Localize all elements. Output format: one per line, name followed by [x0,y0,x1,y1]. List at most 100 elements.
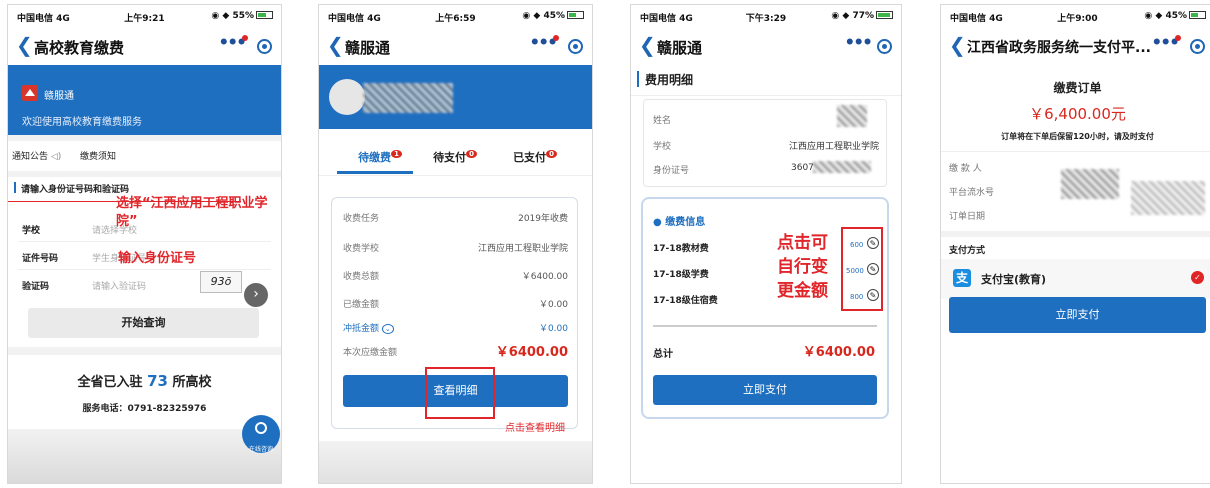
status-bar: 中国电信 4G 上午9:00 ◉ ◆ 45% [941,5,1210,27]
headset-icon [255,422,267,434]
back-arrow-icon[interactable]: ❮ [949,33,966,57]
row-label-school: 收费学校 [343,244,380,254]
section-title: 费用明细 [645,73,694,87]
row-label-paid: 已缴金额 [343,300,380,310]
pay-method-title: 支付方式 [949,246,986,256]
battery-indicator: ◉ ◆ 77% [831,11,893,21]
status-bar: 中国电信 4G 上午9:21 ◉ ◆ 55% [8,5,281,27]
info-label-id: 身份证号 [653,166,690,176]
battery-indicator: ◉ ◆ 45% [522,11,584,21]
order-amount: ￥6,400.00元 [1029,105,1126,123]
notification-dot-icon [242,35,248,41]
highlight-box [425,367,495,419]
payer-label: 缴 款 人 [949,164,982,174]
pay-now-button[interactable]: 立即支付 [653,375,877,405]
back-arrow-icon[interactable]: ❮ [639,33,656,57]
row-value-paid: ￥0.00 [538,300,568,310]
chevron-down-icon: ⌄ [381,324,394,334]
active-tab-underline [337,171,413,174]
row-value-offset: ￥0.00 [538,324,568,334]
info-label-school: 学校 [653,142,672,152]
row-label-offset[interactable]: 冲抵金额 ⌄ [343,321,394,334]
online-service-button[interactable]: 在线咨询 [242,415,280,453]
fee-label-dorm: 17-18级住宿费 [653,296,718,306]
more-menu-icon[interactable]: ••• [218,33,247,53]
annotation-enter-id: 输入身份证号 [118,251,197,266]
page-title: 江西省政务服务统一支付平... [967,40,1151,56]
more-menu-icon[interactable]: ••• [1151,33,1180,53]
nav-bar: ❮ 赣服通 ••• [319,27,592,65]
annotation-select-school: 选择“江西应用工程职业学院” [116,196,268,229]
phone-screen-pending-payment: 中国电信 4G 上午6:59 ◉ ◆ 45% ❮ 赣服通 ••• 待缴费 1 待支… [318,4,593,484]
checkmark-icon[interactable]: ✓ [1191,271,1204,284]
info-label-name: 姓名 [653,116,672,126]
highlight-box [841,227,883,311]
nav-bar: ❮ 江西省政务服务统一支付平... ••• [941,27,1210,65]
phone-screen-fee-details: 中国电信 4G 下午3:29 ◉ ◆ 77% ❮ 赣服通 ••• 费用明细 姓名… [630,4,902,484]
back-arrow-icon[interactable]: ❮ [327,33,344,57]
info-value-id: 3607 [791,163,814,173]
app-name: 赣服通 [44,91,74,102]
captcha-input[interactable]: 请输入验证码 [92,279,146,292]
school-label: 学校 [22,226,41,236]
fee-label-books: 17-18教材费 [653,244,709,254]
alipay-icon: 支 [953,269,971,287]
pay-now-button[interactable]: 立即支付 [949,297,1206,333]
tab-pending[interactable]: 待缴费 1 [335,149,425,165]
total-label: 总计 [653,349,673,360]
fee-label-tuition: 17-18级学费 [653,270,709,280]
phone-screen-payment-order: 中国电信 4G 上午9:00 ◉ ◆ 45% ❮ 江西省政务服务统一支付平...… [940,4,1210,484]
tab-notice[interactable]: 通知公告 ◁) [12,149,61,162]
close-capsule-icon[interactable] [568,39,583,54]
welcome-text: 欢迎使用高校教育缴费服务 [22,117,142,128]
tab-unpaid[interactable]: 待支付 0 [415,149,495,165]
id-number-label: 证件号码 [22,254,59,264]
form-title: 请输入身份证号码和验证码 [21,185,130,195]
battery-icon [567,11,584,19]
row-value-task: 2019年收费 [518,214,568,224]
more-menu-icon[interactable]: ••• [529,33,558,53]
start-query-button[interactable]: 开始查询 [28,308,259,338]
page-title: 高校教育缴费 [34,39,125,57]
tab-payment-guide[interactable]: 缴费须知 [80,149,116,162]
avatar [329,79,365,115]
total-value: ￥6400.00 [802,345,875,360]
order-date-label: 订单日期 [949,212,986,222]
annotation-view-details: 点击查看明细 [505,423,565,434]
battery-indicator: ◉ ◆ 55% [211,11,273,21]
info-value-school: 江西应用工程职业学院 [788,142,879,152]
captcha-image[interactable]: 93ō [200,271,242,293]
battery-icon [876,11,893,19]
row-value-total: ￥6400.00 [521,272,568,282]
banner: 赣服通 欢迎使用高校教育缴费服务 [8,65,281,135]
battery-icon [256,11,273,19]
school-count-stat: 全省已入驻 73 所高校 [77,372,212,390]
speaker-icon: ◁) [50,152,62,162]
tab-paid[interactable]: 已支付 0 [495,149,575,165]
row-label-task: 收费任务 [343,214,380,224]
page-title: 赣服通 [345,39,391,57]
row-value-school: 江西应用工程职业学院 [477,244,568,254]
row-value-due: ￥6400.00 [495,345,568,360]
redacted-name [363,83,453,113]
order-title: 缴费订单 [1053,81,1102,95]
notification-dot-icon [1175,35,1181,41]
close-capsule-icon[interactable] [877,39,892,54]
close-capsule-icon[interactable] [1190,39,1205,54]
redacted-info [1061,169,1119,199]
more-menu-icon[interactable]: ••• [844,33,873,53]
battery-icon [1189,11,1206,19]
nav-bar: ❮ 高校教育缴费 ••• [8,27,281,65]
close-capsule-icon[interactable] [257,39,272,54]
nav-bar: ❮ 赣服通 ••• [631,27,901,65]
redacted-name [837,105,867,127]
app-logo-icon [22,85,38,101]
chevron-right-icon[interactable]: › [244,283,268,307]
captcha-label: 验证码 [22,282,50,292]
notification-dot-icon [553,35,559,41]
row-label-total: 收费总额 [343,272,380,282]
back-arrow-icon[interactable]: ❮ [16,33,33,57]
fee-info-title: ● 缴费信息 [653,217,706,228]
user-banner [319,65,592,129]
status-bar: 中国电信 4G 上午6:59 ◉ ◆ 45% [319,5,592,27]
